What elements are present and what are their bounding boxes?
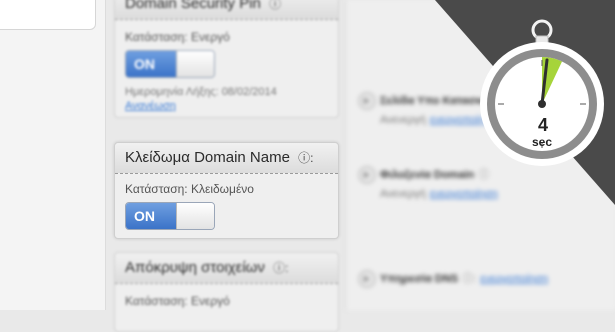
toggle-on-label: ON	[126, 203, 176, 229]
panel-title: Domain Security Pin ⓘ	[115, 0, 338, 20]
arrow-icon[interactable]: ▶	[358, 166, 376, 184]
panel-title-text: Απόκρυψη στοιχείων	[125, 259, 265, 276]
activate-link[interactable]: ενεργοποίηση	[480, 273, 548, 285]
activate-link[interactable]: ενεργοποίηση	[430, 188, 498, 200]
left-sidebar	[0, 0, 106, 310]
panel-title-text: Domain Security Pin	[125, 0, 261, 12]
arrow-icon[interactable]: ▶	[358, 270, 376, 288]
panel-title: Απόκρυψη στοιχείων ⓘ:	[115, 253, 338, 284]
item-status: Ανενεργή	[380, 114, 426, 126]
item-status: Ανενεργή	[380, 188, 426, 200]
info-icon[interactable]: ⓘ:	[273, 261, 288, 275]
status-text: Κατάσταση: Ενεργό	[125, 294, 230, 308]
privacy-panel: Απόκρυψη στοιχείων ⓘ: Κατάσταση: Ενεργό	[114, 252, 339, 332]
info-icon[interactable]: ⓘ:	[298, 151, 313, 165]
toggle-on-label: ON	[126, 51, 176, 77]
domain-lock-panel: Κλείδωμα Domain Name ⓘ: Κατάσταση: Κλειδ…	[114, 142, 339, 239]
info-icon[interactable]: ⓘ	[478, 169, 489, 181]
info-icon[interactable]: ⓘ:	[462, 273, 476, 285]
item-title: Υπηρεσία DNS	[380, 273, 459, 285]
sidebar-tile[interactable]	[0, 0, 96, 30]
domain-lock-toggle[interactable]: ON	[125, 202, 215, 230]
item-title: Φιλοξενία Domain	[380, 169, 475, 181]
info-icon[interactable]: ⓘ	[269, 0, 281, 11]
toggle-knob	[176, 203, 214, 229]
domain-security-pin-panel: Domain Security Pin ⓘ Κατάσταση: Ενεργό …	[114, 0, 339, 118]
renew-link[interactable]: Ανανέωση	[115, 98, 338, 112]
panel-title-text: Κλείδωμα Domain Name	[125, 149, 290, 166]
stopwatch-icon: 4 sec	[480, 19, 604, 166]
arrow-icon[interactable]: ▶	[358, 92, 376, 110]
panel-title: Κλείδωμα Domain Name ⓘ:	[115, 143, 338, 174]
status-text: Κατάσταση: Κλειδωμένο	[125, 182, 254, 196]
status-text: Κατάσταση: Ενεργό	[125, 30, 230, 44]
toggle-knob	[176, 51, 214, 77]
timer-value: 4	[538, 115, 548, 135]
timer-unit: sec	[532, 135, 552, 149]
security-pin-toggle[interactable]: ON	[125, 50, 215, 78]
expiry-text: Ημερομηνία Λήξης: 08/02/2014	[125, 86, 277, 98]
